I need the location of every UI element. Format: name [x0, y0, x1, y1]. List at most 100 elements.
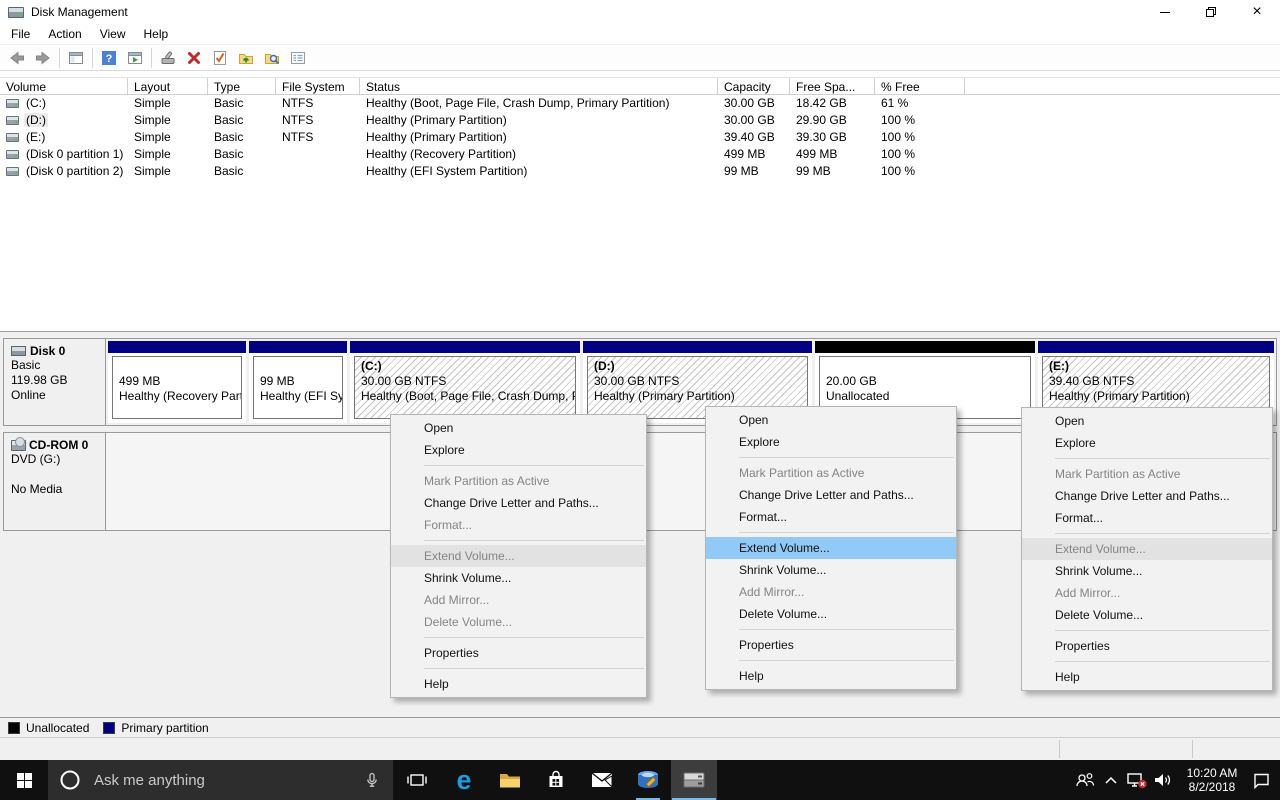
context-menu-item[interactable]: Explore — [1022, 432, 1272, 454]
drive-tool-icon[interactable] — [155, 47, 181, 69]
column-header-free-space[interactable]: Free Spa... — [790, 78, 875, 94]
context-menu-item[interactable]: Shrink Volume... — [706, 559, 956, 581]
console-window-icon[interactable] — [63, 47, 89, 69]
menu-item[interactable]: File — [2, 24, 39, 44]
taskbar-app-disk-utility[interactable] — [625, 760, 671, 800]
context-menu-item[interactable]: Change Drive Letter and Paths... — [1022, 485, 1272, 507]
table-row[interactable]: (C:) Simple Basic NTFS Healthy (Boot, Pa… — [0, 95, 1280, 112]
column-header-pct-free[interactable]: % Free — [875, 78, 965, 94]
restore-button[interactable] — [1188, 0, 1234, 24]
table-row[interactable]: (Disk 0 partition 1) Simple Basic Health… — [0, 146, 1280, 163]
folder-search-icon[interactable] — [259, 47, 285, 69]
volume-button[interactable] — [1150, 760, 1176, 800]
context-menu-item[interactable]: Delete Volume... — [1022, 604, 1272, 626]
context-menu-item[interactable]: Shrink Volume... — [1022, 560, 1272, 582]
partition-block[interactable]: (C:) 30.00 GB NTFS Healthy (Boot, Page F… — [350, 341, 580, 423]
back-arrow-icon[interactable] — [4, 47, 30, 69]
context-menu-item[interactable]: Add Mirror... — [1022, 582, 1272, 604]
context-menu-item[interactable]: Help — [706, 665, 956, 687]
context-menu-item[interactable]: Change Drive Letter and Paths... — [706, 484, 956, 506]
context-menu-item[interactable]: Add Mirror... — [706, 581, 956, 603]
check-document-icon[interactable] — [207, 47, 233, 69]
context-menu-item[interactable]: Change Drive Letter and Paths... — [391, 492, 646, 514]
context-menu-item[interactable]: Open — [391, 417, 646, 439]
table-row[interactable]: (Disk 0 partition 2) Simple Basic Health… — [0, 163, 1280, 180]
column-header-type[interactable]: Type — [208, 78, 276, 94]
microphone-icon[interactable] — [363, 771, 381, 789]
context-menu-item[interactable]: Properties — [706, 634, 956, 656]
context-menu-item[interactable]: Extend Volume... — [706, 537, 956, 559]
volume-layout: Simple — [128, 95, 208, 112]
volume-icon — [6, 116, 19, 125]
taskbar-app-store[interactable] — [533, 760, 579, 800]
context-menu-item[interactable]: Help — [391, 673, 646, 695]
context-menu-item[interactable]: Mark Partition as Active — [706, 462, 956, 484]
taskbar-app-file-explorer[interactable] — [487, 760, 533, 800]
context-menu-item[interactable]: Open — [706, 409, 956, 431]
people-button[interactable] — [1072, 760, 1098, 800]
taskbar-app-edge[interactable]: e — [441, 760, 487, 800]
context-menu-item[interactable]: Shrink Volume... — [391, 567, 646, 589]
table-row[interactable]: (E:) Simple Basic NTFS Healthy (Primary … — [0, 129, 1280, 146]
disk-management-icon — [681, 769, 707, 791]
partition-status: Healthy (Boot, Page File, Crash Dump, Pr — [355, 389, 575, 404]
close-button[interactable]: × — [1234, 0, 1280, 24]
volume-icon — [6, 150, 19, 159]
taskbar-app-mail[interactable] — [579, 760, 625, 800]
context-menu-item[interactable]: Properties — [391, 642, 646, 664]
disk-kind: Basic — [11, 358, 105, 373]
menu-item[interactable]: Action — [39, 24, 90, 44]
forward-arrow-icon[interactable] — [30, 47, 56, 69]
context-menu-item[interactable]: Extend Volume... — [391, 545, 646, 567]
context-menu-item[interactable]: Help — [1022, 666, 1272, 688]
list-view-icon[interactable] — [285, 47, 311, 69]
table-row[interactable]: (D:) Simple Basic NTFS Healthy (Primary … — [0, 112, 1280, 129]
column-header-layout[interactable]: Layout — [128, 78, 208, 94]
cdrom-info-panel[interactable]: CD-ROM 0 DVD (G:) No Media — [4, 433, 106, 530]
context-menu-item[interactable]: Open — [1022, 410, 1272, 432]
taskbar-app-disk-management[interactable] — [671, 760, 717, 800]
delete-volume-icon[interactable] — [181, 47, 207, 69]
action-center-button[interactable] — [1248, 760, 1274, 800]
menu-item[interactable]: View — [91, 24, 135, 44]
context-menu-item[interactable]: Delete Volume... — [706, 603, 956, 625]
network-error-icon — [1126, 771, 1148, 789]
column-header-file-system[interactable]: File System — [276, 78, 360, 94]
partition-size: 30.00 GB NTFS — [355, 374, 575, 389]
start-button[interactable] — [0, 760, 48, 800]
context-menu-item[interactable]: Format... — [391, 514, 646, 536]
partition-color-band — [350, 341, 580, 353]
help-icon[interactable]: ? — [96, 47, 122, 69]
context-menu-item[interactable]: Add Mirror... — [391, 589, 646, 611]
disk0-info-panel[interactable]: Disk 0 Basic 119.98 GB Online — [4, 339, 106, 425]
context-menu-item[interactable]: Delete Volume... — [391, 611, 646, 633]
partition-label: 20.00 GB — [820, 374, 1030, 389]
context-menu-item[interactable]: Explore — [706, 431, 956, 453]
volume-pct-free: 100 % — [875, 112, 965, 129]
tray-overflow-button[interactable] — [1098, 760, 1124, 800]
volume-type: Basic — [208, 146, 276, 163]
context-menu-item[interactable]: Format... — [706, 506, 956, 528]
column-header-capacity[interactable]: Capacity — [718, 78, 790, 94]
network-status-button[interactable] — [1124, 760, 1150, 800]
partition-status: Healthy (Primary Partition) — [1043, 389, 1269, 404]
context-menu-item[interactable]: Properties — [1022, 635, 1272, 657]
partition-block[interactable]: 99 MB Healthy (EFI Syst — [249, 341, 347, 423]
folder-up-icon[interactable] — [233, 47, 259, 69]
taskbar-clock[interactable]: 10:20 AM 8/2/2018 — [1180, 766, 1244, 794]
new-window-icon[interactable] — [122, 47, 148, 69]
column-header-status[interactable]: Status — [360, 78, 718, 94]
task-view-button[interactable] — [393, 760, 441, 800]
context-menu-item[interactable]: Format... — [1022, 507, 1272, 529]
partition-block[interactable]: 499 MB Healthy (Recovery Parti — [108, 341, 246, 423]
cortana-search-box[interactable]: Ask me anything — [48, 760, 393, 800]
minimize-button[interactable] — [1142, 0, 1188, 24]
context-menu-item[interactable]: Mark Partition as Active — [391, 470, 646, 492]
context-menu-item[interactable]: Mark Partition as Active — [1022, 463, 1272, 485]
context-menu-item[interactable]: Extend Volume... — [1022, 538, 1272, 560]
volume-status: Healthy (Recovery Partition) — [360, 146, 718, 163]
clock-time: 10:20 AM — [1180, 766, 1244, 780]
column-header-volume[interactable]: Volume — [0, 78, 128, 94]
menu-item[interactable]: Help — [135, 24, 178, 44]
context-menu-item[interactable]: Explore — [391, 439, 646, 461]
